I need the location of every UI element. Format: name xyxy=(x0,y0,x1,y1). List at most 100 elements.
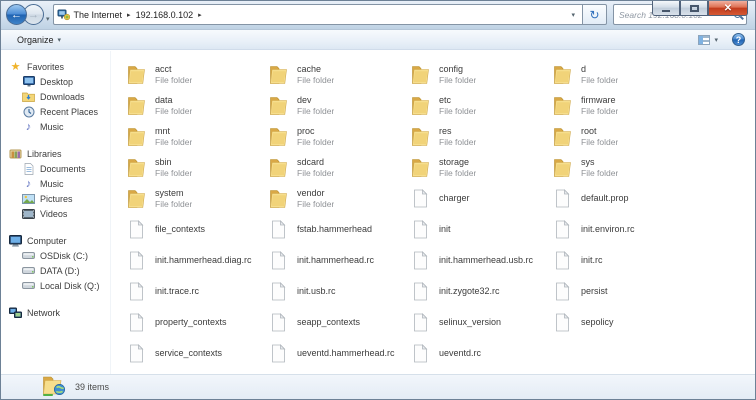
close-button[interactable]: ✕ xyxy=(708,1,748,16)
file-tile-property-contexts[interactable]: property_contexts xyxy=(123,307,265,338)
file-tile-fstab-hammerhead[interactable]: fstab.hammerhead xyxy=(265,214,407,245)
address-bar[interactable]: The Internet ▸ 192.168.0.102 ▸ ▾ xyxy=(53,4,583,25)
folder-icon xyxy=(409,96,432,116)
file-tile-init-hammerhead-rc[interactable]: init.hammerhead.rc xyxy=(265,245,407,276)
folder-tile-storage[interactable]: storageFile folder xyxy=(407,152,549,183)
sidebar-item-pictures[interactable]: Pictures xyxy=(1,191,110,206)
folder-tile-system[interactable]: systemFile folder xyxy=(123,183,265,214)
file-icon xyxy=(409,344,432,363)
file-tile-seapp-contexts[interactable]: seapp_contexts xyxy=(265,307,407,338)
item-name: etc xyxy=(439,95,476,106)
sidebar-item-documents[interactable]: Documents xyxy=(1,161,110,176)
file-tile-init-zygote32-rc[interactable]: init.zygote32.rc xyxy=(407,276,549,307)
folder-tile-firmware[interactable]: firmwareFile folder xyxy=(549,90,691,121)
sidebar-section-favorites: ★FavoritesDesktop Downloads Recent Places♪… xyxy=(1,59,110,134)
file-grid: acctFile foldercacheFile folderconfigFil… xyxy=(123,59,755,369)
recent-pages-dropdown-icon[interactable]: ▾ xyxy=(46,15,50,23)
item-name: init.hammerhead.usb.rc xyxy=(439,255,533,266)
sidebar-item-videos[interactable]: Videos xyxy=(1,206,110,221)
sidebar-item-music[interactable]: ♪Music xyxy=(1,176,110,191)
file-tile-persist[interactable]: persist xyxy=(549,276,691,307)
item-name: ueventd.hammerhead.rc xyxy=(297,348,395,359)
folder-tile-sdcard[interactable]: sdcardFile folder xyxy=(265,152,407,183)
recent-places-icon xyxy=(22,105,35,118)
sidebar-item-local-disk-q[interactable]: Local Disk (Q:) xyxy=(1,278,110,293)
sidebar-item-label: Videos xyxy=(40,209,67,219)
file-tile-init-hammerhead-diag-rc[interactable]: init.hammerhead.diag.rc xyxy=(123,245,265,276)
back-button[interactable]: ← xyxy=(6,4,27,25)
file-tile-init-rc[interactable]: init.rc xyxy=(549,245,691,276)
item-name: init.environ.rc xyxy=(581,224,635,235)
file-icon xyxy=(551,282,574,301)
sidebar-item-libraries[interactable]: Libraries xyxy=(1,146,110,161)
sidebar-item-network[interactable]: Network xyxy=(1,305,110,320)
folder-tile-acct[interactable]: acctFile folder xyxy=(123,59,265,90)
file-tile-ueventd-hammerhead-rc[interactable]: ueventd.hammerhead.rc xyxy=(265,338,407,369)
sidebar-item-downloads[interactable]: Downloads xyxy=(1,89,110,104)
item-name: acct xyxy=(155,64,192,75)
sidebar-item-favorites[interactable]: ★Favorites xyxy=(1,59,110,74)
folder-tile-config[interactable]: configFile folder xyxy=(407,59,549,90)
organize-button[interactable]: Organize ▾ xyxy=(13,33,65,47)
breadcrumb-item-192-168-0-102[interactable]: 192.168.0.102 xyxy=(132,10,198,20)
sidebar-item-computer[interactable]: Computer xyxy=(1,233,110,248)
file-tile-init-usb-rc[interactable]: init.usb.rc xyxy=(265,276,407,307)
address-dropdown-icon[interactable]: ▾ xyxy=(567,11,579,19)
folder-tile-etc[interactable]: etcFile folder xyxy=(407,90,549,121)
file-tile-selinux-version[interactable]: selinux_version xyxy=(407,307,549,338)
file-tile-sepolicy[interactable]: sepolicy xyxy=(549,307,691,338)
folder-icon xyxy=(125,96,148,116)
file-tile-init-environ-rc[interactable]: init.environ.rc xyxy=(549,214,691,245)
sidebar-item-desktop[interactable]: Desktop xyxy=(1,74,110,89)
file-tile-init-hammerhead-usb-rc[interactable]: init.hammerhead.usb.rc xyxy=(407,245,549,276)
breadcrumb-item-the-internet[interactable]: The Internet xyxy=(70,10,127,20)
item-type-label: File folder xyxy=(155,199,192,210)
file-icon xyxy=(125,251,148,270)
video-icon xyxy=(22,207,35,220)
file-icon xyxy=(551,189,574,208)
refresh-button[interactable]: ↻ xyxy=(583,4,607,25)
sidebar-item-osdisk-c[interactable]: OSDisk (C:) xyxy=(1,248,110,263)
folder-tile-cache[interactable]: cacheFile folder xyxy=(265,59,407,90)
file-tile-ueventd-rc[interactable]: ueventd.rc xyxy=(407,338,549,369)
item-name: persist xyxy=(581,286,608,297)
folder-tile-proc[interactable]: procFile folder xyxy=(265,121,407,152)
network-location-icon xyxy=(57,8,70,21)
file-tile-init-trace-rc[interactable]: init.trace.rc xyxy=(123,276,265,307)
file-list-pane[interactable]: acctFile foldercacheFile folderconfigFil… xyxy=(110,51,755,374)
sidebar-item-label: Downloads xyxy=(40,92,85,102)
folder-tile-vendor[interactable]: vendorFile folder xyxy=(265,183,407,214)
minimize-button[interactable] xyxy=(652,1,680,16)
downloads-folder-icon xyxy=(22,90,35,103)
file-tile-init[interactable]: init xyxy=(407,214,549,245)
folder-tile-sys[interactable]: sysFile folder xyxy=(549,152,691,183)
file-tile-default-prop[interactable]: default.prop xyxy=(549,183,691,214)
breadcrumb-separator-icon[interactable]: ▸ xyxy=(197,11,203,19)
folder-tile-mnt[interactable]: mntFile folder xyxy=(123,121,265,152)
folder-tile-d[interactable]: dFile folder xyxy=(549,59,691,90)
sidebar-item-data-d[interactable]: DATA (D:) xyxy=(1,263,110,278)
item-name: init.zygote32.rc xyxy=(439,286,500,297)
music-note-icon: ♪ xyxy=(22,120,35,133)
change-view-button[interactable]: ▾ xyxy=(694,33,722,47)
sidebar-item-music[interactable]: ♪ Music xyxy=(1,119,110,134)
file-tile-service-contexts[interactable]: service_contexts xyxy=(123,338,265,369)
maximize-button[interactable] xyxy=(680,1,708,16)
item-type-label: File folder xyxy=(439,168,476,179)
item-name: ueventd.rc xyxy=(439,348,481,359)
folder-tile-dev[interactable]: devFile folder xyxy=(265,90,407,121)
file-tile-charger[interactable]: charger xyxy=(407,183,549,214)
folder-tile-sbin[interactable]: sbinFile folder xyxy=(123,152,265,183)
folder-icon xyxy=(125,158,148,178)
folder-tile-root[interactable]: rootFile folder xyxy=(549,121,691,152)
item-name: system xyxy=(155,188,192,199)
item-type-label: File folder xyxy=(297,75,334,86)
folder-tile-res[interactable]: resFile folder xyxy=(407,121,549,152)
folder-tile-data[interactable]: dataFile folder xyxy=(123,90,265,121)
item-type-label: File folder xyxy=(297,199,334,210)
sidebar-item-recent-places[interactable]: Recent Places xyxy=(1,104,110,119)
file-tile-file-contexts[interactable]: file_contexts xyxy=(123,214,265,245)
item-name: firmware xyxy=(581,95,618,106)
sidebar-item-label: Music xyxy=(40,122,64,132)
help-button[interactable]: ? xyxy=(732,33,745,46)
